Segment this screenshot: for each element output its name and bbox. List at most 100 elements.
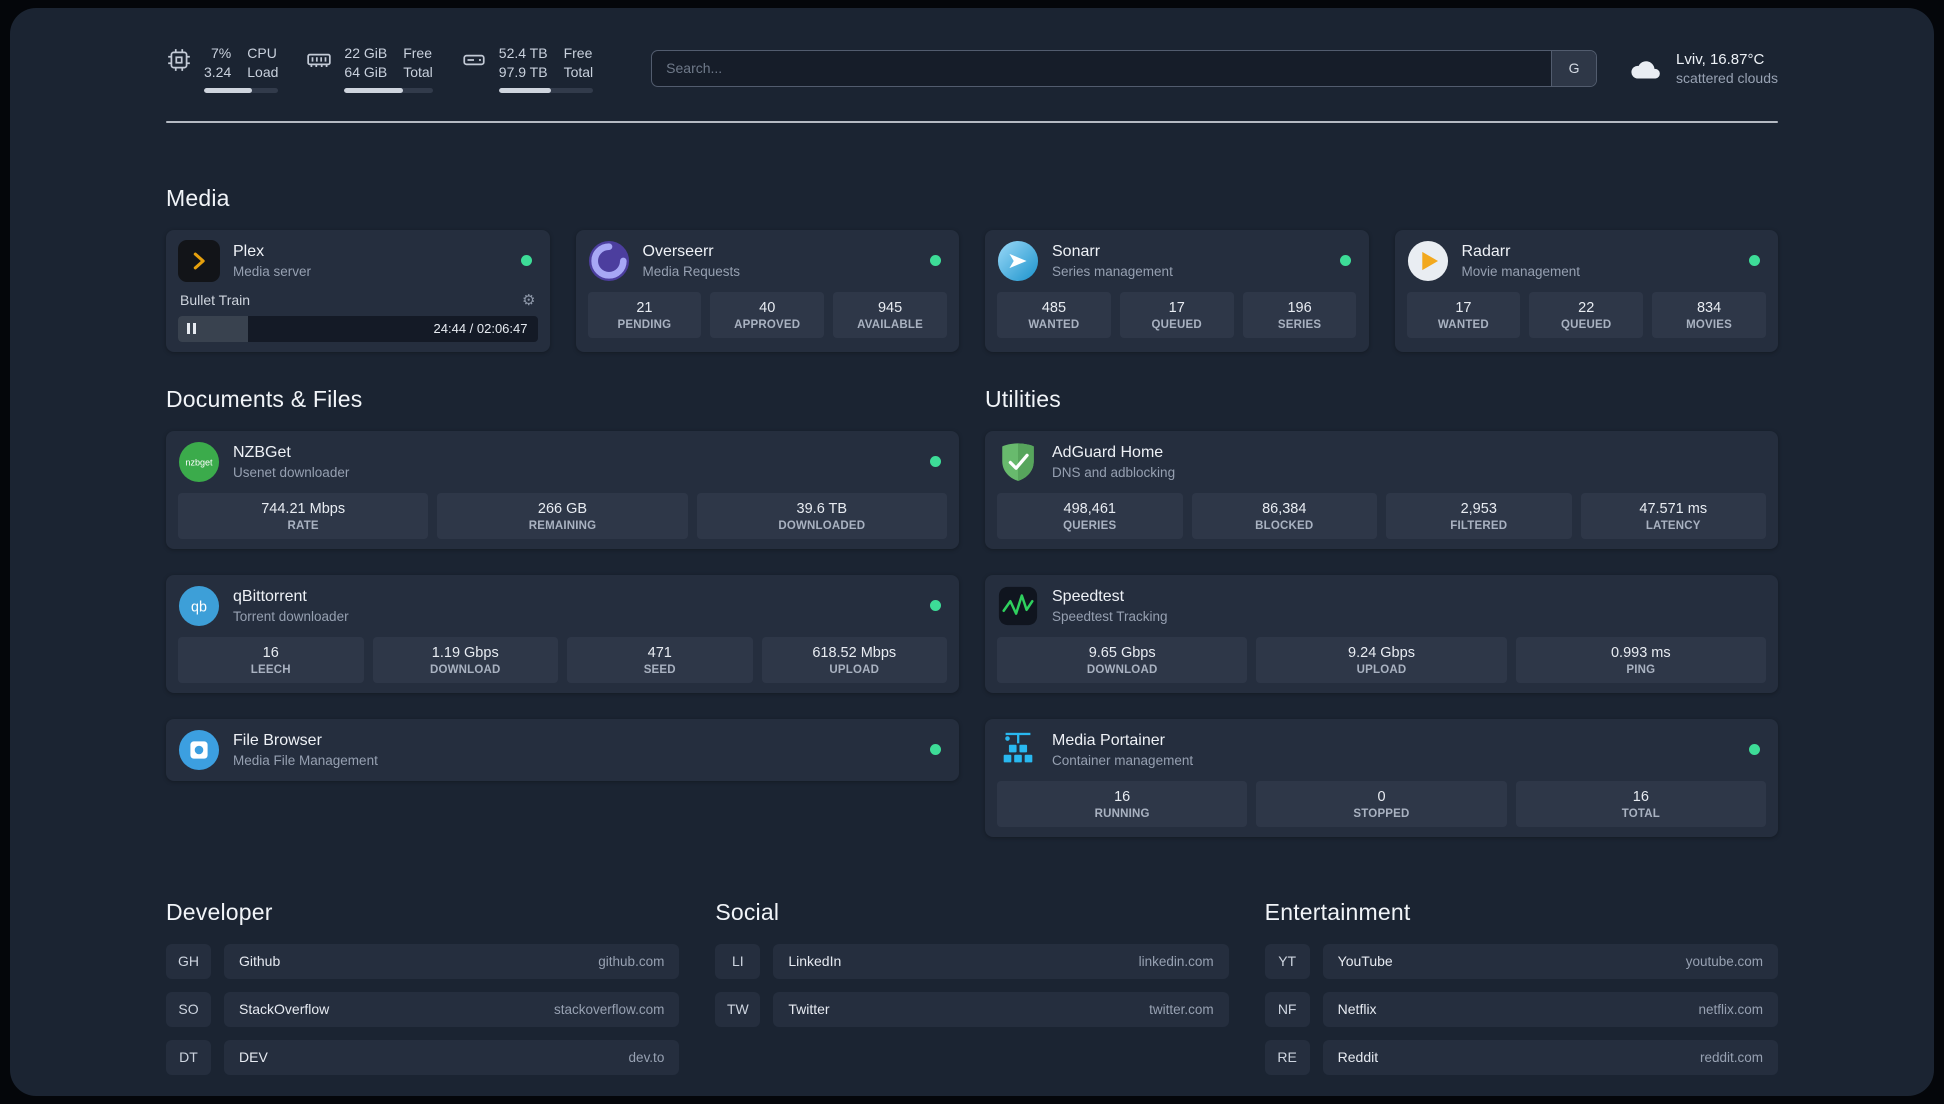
service-description: Movie management [1461, 263, 1581, 279]
service-name: AdGuard Home [1052, 443, 1164, 461]
bookmark-link[interactable]: Reddit reddit.com [1322, 1039, 1778, 1075]
memory-total-label: Total [403, 63, 433, 80]
bookmark-abbr: NF [1264, 991, 1310, 1027]
overseerr-icon [588, 240, 630, 282]
stat-tile: 16 LEECH [178, 636, 364, 683]
bookmark-youtube: YT YouTube youtube.com [1264, 943, 1778, 979]
status-dot [520, 255, 532, 267]
bookmark-link[interactable]: LinkedIn linkedin.com [773, 943, 1229, 979]
bookmark-linkedin: LI LinkedIn linkedin.com [715, 943, 1229, 979]
stat-tile: 22 QUEUED [1529, 291, 1644, 338]
memory-widget: 22 GiB 64 GiB Free Total [306, 44, 433, 93]
section-title: Social [715, 898, 780, 925]
pause-icon[interactable] [187, 323, 196, 335]
filebrowser-icon [178, 729, 220, 771]
cpu-sublabel: Load [247, 63, 279, 80]
stat-tile: 618.52 Mbps UPLOAD [761, 636, 947, 683]
cpu-label: CPU [247, 45, 277, 61]
section-entertainment: Entertainment YT YouTube youtube.com NF … [1264, 899, 1778, 1075]
bookmark-link[interactable]: StackOverflow stackoverflow.com [224, 991, 680, 1027]
stat-tile: 744.21 Mbps RATE [178, 492, 429, 539]
sonarr-icon [997, 240, 1039, 282]
disk-progress-bar [498, 87, 594, 93]
service-name: Sonarr [1052, 242, 1101, 260]
service-card-portainer[interactable]: Media Portainer Container management 16 … [985, 718, 1778, 837]
stat-tile: 471 SEED [567, 636, 753, 683]
cpu-load: 3.24 [204, 63, 232, 80]
memory-free: 22 GiB [344, 45, 388, 61]
stat-tile: 0 STOPPED [1256, 780, 1507, 827]
svg-text:qb: qb [191, 599, 207, 615]
bookmark-netflix: NF Netflix netflix.com [1264, 991, 1778, 1027]
search-bar: G [651, 49, 1598, 87]
memory-free-label: Free [403, 45, 433, 61]
portainer-icon [997, 729, 1039, 771]
search-provider-button[interactable]: G [1551, 50, 1597, 86]
bookmark-link[interactable]: Netflix netflix.com [1322, 991, 1778, 1027]
disk-free: 52.4 TB [498, 45, 548, 61]
stat-tile: 39.6 TB DOWNLOADED [696, 492, 947, 539]
disk-widget: 52.4 TB 97.9 TB Free Total [461, 44, 594, 93]
cloud-icon [1631, 61, 1660, 79]
bookmark-link[interactable]: YouTube youtube.com [1322, 943, 1778, 979]
search-input[interactable] [652, 50, 1552, 86]
status-dot [1339, 255, 1351, 267]
service-description: Media server [233, 263, 312, 279]
status-dot [930, 255, 941, 267]
bookmark-abbr: SO [166, 991, 211, 1027]
service-description: Speedtest Tracking [1052, 608, 1168, 624]
cpu-progress-bar [204, 87, 279, 93]
service-card-radarr[interactable]: Radarr Movie management 17 WANTED 22 QUE… [1394, 229, 1778, 352]
service-card-overseerr[interactable]: Overseerr Media Requests 21 PENDING 40 A… [575, 229, 959, 352]
service-card-plex[interactable]: Plex Media server Bullet Train ⚙ 24:44 /… [166, 229, 550, 352]
bookmark-reddit: RE Reddit reddit.com [1264, 1039, 1778, 1075]
service-card-adguard[interactable]: AdGuard Home DNS and adblocking 498,461 … [985, 430, 1778, 549]
status-dot [930, 456, 941, 468]
stat-tile: 17 QUEUED [1119, 291, 1234, 338]
stat-tile: 0.993 ms PING [1515, 636, 1766, 683]
service-card-sonarr[interactable]: Sonarr Series management 485 WANTED 17 Q… [985, 229, 1369, 352]
stat-tile: 47.571 ms LATENCY [1580, 492, 1766, 539]
service-name: Radarr [1461, 242, 1511, 260]
memory-progress-bar [344, 87, 433, 93]
stat-tile: 86,384 BLOCKED [1191, 492, 1377, 539]
service-description: Torrent downloader [233, 608, 349, 624]
playback-progress-bar[interactable]: 24:44 / 02:06:47 [178, 315, 538, 342]
bookmark-stackoverflow: SO StackOverflow stackoverflow.com [166, 991, 680, 1027]
service-name: Speedtest [1052, 587, 1125, 605]
stat-tile: 834 MOVIES [1652, 291, 1766, 338]
gear-icon[interactable]: ⚙ [522, 291, 535, 309]
service-card-nzbget[interactable]: nzbget NZBGet Usenet downloader 744.21 M… [166, 430, 959, 549]
service-description: DNS and adblocking [1052, 464, 1176, 480]
service-card-speedtest[interactable]: Speedtest Speedtest Tracking 9.65 Gbps D… [985, 574, 1778, 693]
stat-tile: 40 APPROVED [710, 291, 825, 338]
service-card-filebrowser[interactable]: File Browser Media File Management [166, 718, 959, 781]
bookmark-abbr: DT [166, 1039, 211, 1075]
disk-total-label: Total [563, 63, 594, 80]
bookmark-github: GH Github github.com [166, 943, 680, 979]
service-description: Series management [1052, 263, 1173, 279]
bookmark-link[interactable]: Github github.com [224, 943, 680, 979]
section-title: Utilities [985, 385, 1061, 412]
stat-tile: 485 WANTED [997, 291, 1111, 338]
service-card-qbittorrent[interactable]: qb qBittorrent Torrent downloader 16 LEE… [166, 574, 959, 693]
service-description: Container management [1052, 752, 1194, 768]
stat-tile: 16 TOTAL [1515, 780, 1766, 827]
bookmark-link[interactable]: Twitter twitter.com [773, 991, 1229, 1027]
bookmark-abbr: LI [715, 943, 761, 979]
stat-tile: 945 AVAILABLE [833, 291, 947, 338]
status-dot [930, 744, 941, 756]
weather-location: Lviv, 16.87°C [1676, 50, 1765, 68]
service-description: Media File Management [233, 752, 378, 768]
speedtest-icon [997, 585, 1039, 627]
service-name: Media Portainer [1052, 731, 1165, 749]
section-media: Media Plex Media server Bullet Train ⚙ 2… [166, 185, 1778, 352]
svg-text:nzbget: nzbget [185, 457, 213, 467]
stat-tile: 196 SERIES [1242, 291, 1357, 338]
bookmark-link[interactable]: DEV dev.to [224, 1039, 680, 1075]
bookmark-twitter: TW Twitter twitter.com [715, 991, 1229, 1027]
stat-tile: 1.19 Gbps DOWNLOAD [372, 636, 558, 683]
stat-tile: 266 GB REMAINING [437, 492, 688, 539]
bookmark-dev: DT DEV dev.to [166, 1039, 680, 1075]
stat-tile: 21 PENDING [587, 291, 702, 338]
